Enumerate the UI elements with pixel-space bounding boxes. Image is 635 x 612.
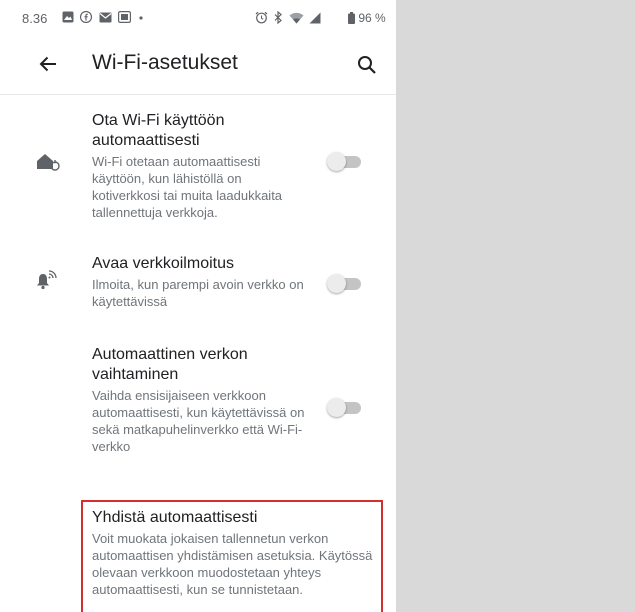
battery-percent: 96 % <box>358 11 386 25</box>
gallery-icon <box>62 11 74 23</box>
alarm-icon <box>255 11 268 24</box>
search-button[interactable] <box>354 52 380 78</box>
open-network-toggle[interactable] <box>327 272 363 294</box>
facebook-icon <box>80 10 93 24</box>
setting-description: Wi-Fi otetaan automaattisesti käyttöön, … <box>92 154 283 220</box>
toggle-thumb <box>327 274 346 293</box>
setting-description: Ilmoita, kun parempi avoin verkko on käy… <box>92 277 304 309</box>
notification-wifi-icon <box>34 268 60 294</box>
dot-icon <box>139 16 143 20</box>
toggle-thumb <box>327 398 346 417</box>
auto-connect-title: Yhdistä automaattisesti <box>92 509 258 526</box>
search-icon <box>358 56 376 74</box>
auto-network-switch-toggle[interactable] <box>327 396 363 418</box>
setting-description: Vaihda ensisijaiseen verkkoon automaatti… <box>92 388 305 454</box>
page-title: Wi-Fi-asetukset <box>92 51 238 74</box>
notification-icons <box>62 10 145 25</box>
wifi-icon <box>289 12 304 24</box>
battery-icon <box>348 12 355 24</box>
bluetooth-icon <box>274 10 283 25</box>
setting-auto-wifi[interactable]: Ota Wi-Fi käyttöön automaattisesti Wi-Fi… <box>0 105 396 225</box>
arrow-back-icon <box>39 56 56 72</box>
status-bar: 8.36 96 % <box>0 0 396 36</box>
status-time: 8.36 <box>22 11 48 26</box>
setting-title: Automaattinen verkon vaihtaminen <box>92 346 248 383</box>
setting-title: Ota Wi-Fi käyttöön automaattisesti <box>92 112 225 149</box>
image-icon <box>118 11 132 24</box>
auto-wifi-toggle[interactable] <box>327 150 363 172</box>
system-icons <box>255 10 321 25</box>
back-button[interactable] <box>34 52 62 76</box>
home-wifi-icon <box>34 149 60 175</box>
app-bar: Wi-Fi-asetukset <box>0 36 396 94</box>
setting-title: Avaa verkkoilmoitus <box>92 255 234 272</box>
phone-screen: 8.36 96 % Wi-Fi-asetukset Ota Wi-Fi käyt… <box>0 0 396 612</box>
mail-icon <box>99 12 112 23</box>
battery-status: 96 % <box>348 11 386 25</box>
setting-open-network-notification[interactable]: Avaa verkkoilmoitus Ilmoita, kun parempi… <box>0 248 396 318</box>
setting-auto-network-switch[interactable]: Automaattinen verkon vaihtaminen Vaihda … <box>0 340 396 480</box>
appbar-divider <box>0 94 396 95</box>
cellular-signal-icon <box>309 12 321 24</box>
auto-connect-description: Voit muokata jokaisen tallennetun verkon… <box>92 531 373 597</box>
toggle-thumb <box>327 152 346 171</box>
